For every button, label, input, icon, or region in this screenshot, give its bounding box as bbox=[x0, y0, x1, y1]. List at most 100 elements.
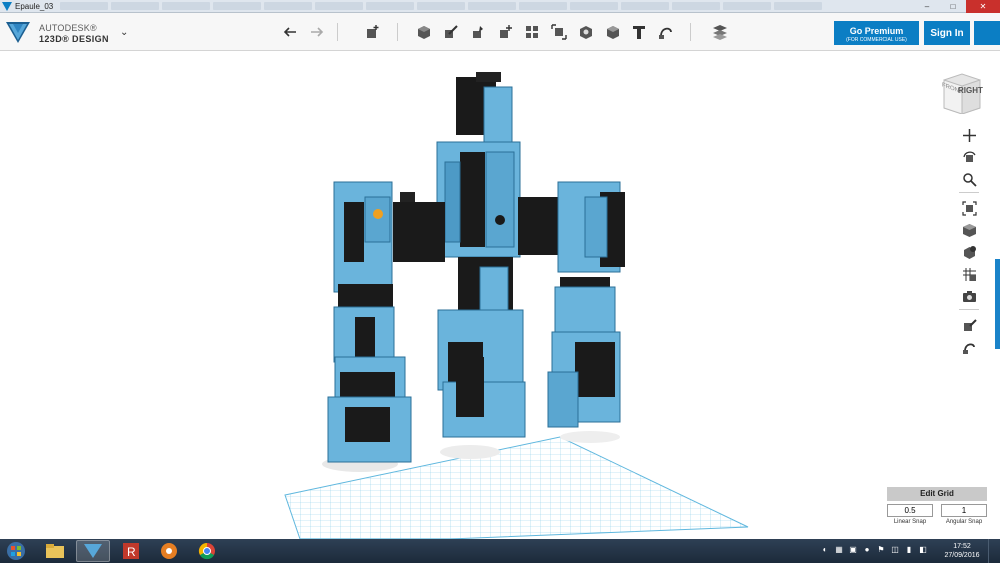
navigation-bar bbox=[957, 125, 983, 359]
maximize-button[interactable]: □ bbox=[940, 0, 966, 13]
app2-icon[interactable]: ▣ bbox=[848, 544, 858, 555]
snap-icon bbox=[659, 27, 672, 39]
taskbar-explorer[interactable] bbox=[38, 540, 72, 562]
taskbar-media[interactable] bbox=[152, 540, 186, 562]
redo-icon bbox=[311, 27, 324, 37]
chrome-icon bbox=[198, 542, 215, 560]
show-desktop-button[interactable] bbox=[988, 539, 1000, 563]
app3-icon[interactable]: ● bbox=[862, 544, 872, 555]
edit-grid-button[interactable]: Edit Grid bbox=[887, 487, 987, 501]
pan-button[interactable] bbox=[957, 125, 981, 145]
undo-icon bbox=[283, 27, 296, 37]
orbit-button[interactable] bbox=[957, 147, 981, 167]
views-button[interactable] bbox=[957, 220, 981, 240]
combine-icon bbox=[580, 26, 592, 39]
redo-button[interactable] bbox=[306, 22, 326, 42]
grouping-button[interactable] bbox=[549, 22, 569, 42]
taskbar-chrome[interactable] bbox=[190, 540, 224, 562]
side-panel-tab[interactable] bbox=[995, 259, 1000, 349]
start-button[interactable] bbox=[2, 539, 30, 563]
window-controls: – □ ✕ bbox=[914, 0, 1000, 13]
app-toolbar: AUTODESK® 123D® DESIGN ⌄ Go Premium (FOR… bbox=[0, 13, 1000, 51]
network-icon[interactable]: ◐ bbox=[820, 544, 830, 555]
transform-button[interactable] bbox=[362, 22, 382, 42]
windows-taskbar: R ◐ ▦ ▣ ● ⚑ ◫ ▮ ◧ 17:52 27/09/2016 bbox=[0, 539, 1000, 563]
view-cube[interactable]: FRONT RIGHT bbox=[940, 70, 984, 115]
clock-time: 17:52 bbox=[953, 543, 971, 550]
app-logo-icon bbox=[2, 1, 12, 11]
primitives-button[interactable] bbox=[414, 22, 434, 42]
navbar-divider bbox=[959, 309, 979, 310]
transform-icon bbox=[367, 25, 379, 38]
pan-icon bbox=[962, 128, 976, 142]
screenshot-icon bbox=[962, 290, 976, 302]
modify-icon bbox=[500, 25, 512, 38]
angular-snap-input[interactable] bbox=[941, 504, 987, 517]
combine-button[interactable] bbox=[576, 22, 596, 42]
speaker-icon[interactable]: ◫ bbox=[890, 544, 900, 555]
zoom-icon bbox=[962, 172, 977, 187]
materials-button[interactable] bbox=[957, 315, 981, 335]
robot-model[interactable] bbox=[327, 72, 625, 463]
measure-button[interactable] bbox=[603, 22, 623, 42]
taskbar-123d[interactable] bbox=[76, 540, 110, 562]
construct-icon bbox=[473, 26, 483, 38]
pattern-button[interactable] bbox=[522, 22, 542, 42]
grouping-icon bbox=[551, 24, 567, 40]
minimize-button[interactable]: – bbox=[914, 0, 940, 13]
text-button[interactable] bbox=[629, 22, 649, 42]
revit-icon: R bbox=[123, 543, 139, 559]
toolbar-divider bbox=[397, 23, 398, 41]
fit-button[interactable] bbox=[957, 198, 981, 218]
measure-icon bbox=[607, 26, 619, 39]
autodesk-logo-icon[interactable] bbox=[5, 19, 31, 45]
tray-icon[interactable]: ◧ bbox=[918, 544, 928, 555]
taskbar-clock[interactable]: 17:52 27/09/2016 bbox=[942, 542, 982, 560]
view-cube-face-label: RIGHT bbox=[958, 86, 983, 95]
fit-icon bbox=[961, 200, 977, 216]
media-player-icon bbox=[161, 543, 177, 559]
views-icon bbox=[962, 223, 976, 237]
snap-button[interactable] bbox=[656, 22, 676, 42]
brand-product: 123D® DESIGN bbox=[39, 34, 109, 44]
grid-toggle-button[interactable] bbox=[957, 264, 981, 284]
flag-icon[interactable]: ⚑ bbox=[876, 544, 886, 555]
screenshot-button[interactable] bbox=[957, 286, 981, 306]
linear-snap-input[interactable] bbox=[887, 504, 933, 517]
battery-icon[interactable]: ▮ bbox=[904, 544, 914, 555]
text-icon bbox=[633, 26, 645, 39]
account-menu-button[interactable] bbox=[974, 21, 1000, 45]
sign-in-button[interactable]: Sign In bbox=[924, 21, 970, 45]
snap-tool-icon bbox=[962, 343, 975, 354]
material-icon bbox=[713, 25, 727, 40]
edit-grid-panel: Edit Grid Linear Snap Angular Snap bbox=[887, 487, 987, 535]
window-titlebar: Epaule_03 – □ ✕ bbox=[0, 0, 1000, 13]
toolbar-divider bbox=[337, 23, 338, 41]
system-tray: ◐ ▦ ▣ ● ⚑ ◫ ▮ ◧ bbox=[820, 544, 928, 555]
navbar-divider bbox=[959, 192, 979, 193]
toolbar-divider bbox=[690, 23, 691, 41]
svg-text:R: R bbox=[127, 545, 136, 559]
pattern-icon bbox=[526, 26, 538, 38]
3d-viewport[interactable]: FRONT RIGHT Edit Grid Linear Snap Angula… bbox=[0, 52, 1000, 539]
go-premium-button[interactable]: Go Premium (FOR COMMERCIAL USE) bbox=[834, 21, 919, 45]
primitives-icon bbox=[418, 26, 430, 39]
visibility-button[interactable] bbox=[957, 242, 981, 262]
zoom-button[interactable] bbox=[957, 169, 981, 189]
start-icon bbox=[7, 542, 25, 560]
app1-icon[interactable]: ▦ bbox=[834, 544, 844, 555]
undo-button[interactable] bbox=[281, 22, 301, 42]
background-windows bbox=[60, 2, 822, 10]
close-button[interactable]: ✕ bbox=[966, 0, 1000, 13]
material-button[interactable] bbox=[710, 22, 730, 42]
modify-button[interactable] bbox=[495, 22, 515, 42]
snap-tool-button[interactable] bbox=[957, 337, 981, 357]
linear-snap-label: Linear Snap bbox=[893, 519, 927, 525]
robot-model-scene[interactable] bbox=[0, 52, 1000, 539]
brand-autodesk: AUTODESK® bbox=[39, 23, 97, 33]
main-menu-chevron-icon[interactable]: ⌄ bbox=[120, 27, 128, 38]
sketch-button[interactable] bbox=[441, 22, 461, 42]
taskbar-revit[interactable]: R bbox=[114, 540, 148, 562]
window-title: Epaule_03 bbox=[15, 1, 54, 11]
construct-button[interactable] bbox=[468, 22, 488, 42]
